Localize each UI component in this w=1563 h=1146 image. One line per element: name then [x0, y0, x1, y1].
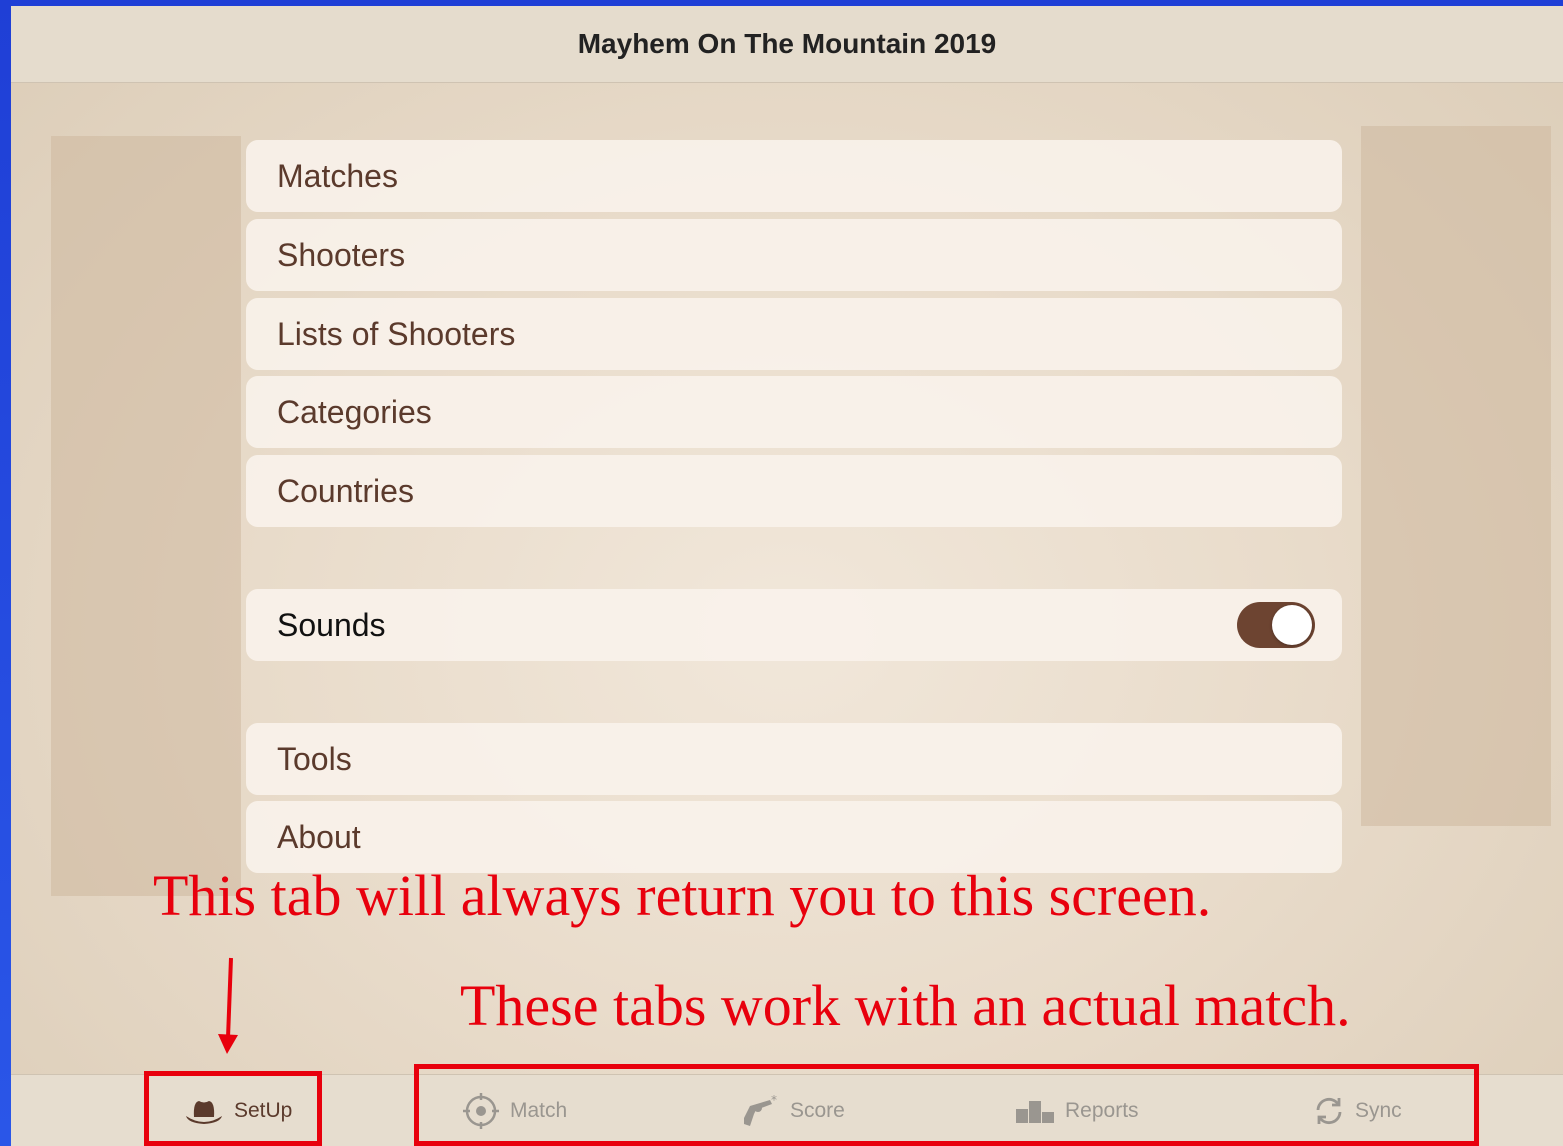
menu-item-label: Countries	[277, 472, 414, 509]
menu-item-shooters[interactable]: Shooters	[246, 219, 1342, 291]
toggle-knob	[1272, 605, 1312, 645]
menu-item-label: Lists of Shooters	[277, 315, 516, 352]
annotation-match-note: These tabs work with an actual match.	[460, 973, 1351, 1038]
menu-item-label: Tools	[277, 740, 352, 777]
annotation-setup-note: This tab will always return you to this …	[153, 863, 1212, 928]
menu-item-lists-of-shooters[interactable]: Lists of Shooters	[246, 298, 1342, 370]
menu-item-label: Matches	[277, 157, 398, 194]
menu-item-categories[interactable]: Categories	[246, 376, 1342, 448]
menu-item-matches[interactable]: Matches	[246, 140, 1342, 212]
page-title: Mayhem On The Mountain 2019	[577, 28, 997, 59]
sounds-label: Sounds	[277, 606, 386, 643]
highlight-box-setup	[144, 1071, 322, 1146]
menu-item-tools[interactable]: Tools	[246, 723, 1342, 795]
menu-item-countries[interactable]: Countries	[246, 455, 1342, 527]
menu-item-label: Shooters	[277, 236, 406, 273]
background-building-left	[51, 136, 241, 896]
menu-item-label: About	[277, 818, 361, 855]
arrow-down-icon	[218, 957, 238, 1054]
highlight-box-match-tabs	[414, 1064, 1479, 1146]
navigation-bar: Mayhem On The Mountain 2019	[11, 6, 1563, 83]
menu-item-label: Categories	[277, 393, 432, 430]
background-building-right	[1361, 126, 1551, 826]
sounds-toggle[interactable]	[1237, 602, 1315, 648]
sounds-row: Sounds	[246, 589, 1342, 661]
